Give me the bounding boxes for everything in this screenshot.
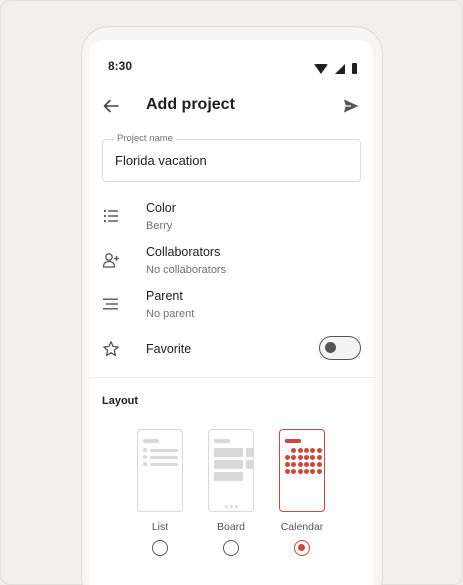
layout-section-title: Layout	[102, 395, 139, 407]
calendar-dot	[310, 455, 316, 460]
add-person-icon	[102, 253, 119, 268]
calendar-dot	[297, 448, 303, 453]
toggle-knob	[325, 342, 336, 353]
calendar-dot	[297, 455, 303, 460]
color-value: Berry	[146, 220, 173, 232]
board-preview	[208, 429, 254, 512]
radio-calendar[interactable]	[294, 540, 310, 556]
project-name-field[interactable]: Project name Florida vacation	[102, 133, 361, 182]
calendar-dot	[291, 448, 297, 453]
app-bar: Add project	[89, 88, 373, 128]
calendar-dot	[316, 448, 322, 453]
signal-icon	[334, 63, 345, 74]
calendar-dot	[291, 455, 297, 460]
calendar-preview	[279, 429, 325, 512]
project-name-label: Project name	[114, 133, 176, 144]
parent-title: Parent	[146, 289, 183, 303]
calendar-dot	[310, 462, 316, 467]
radio-selected-dot	[298, 544, 305, 551]
star-icon	[103, 341, 119, 357]
collaborators-title: Collaborators	[146, 245, 221, 259]
list-preview	[137, 429, 183, 512]
collaborators-value: No collaborators	[146, 264, 227, 276]
project-name-input[interactable]: Florida vacation	[115, 153, 207, 168]
calendar-dot	[297, 462, 303, 467]
calendar-dot	[316, 455, 322, 460]
calendar-dot	[303, 469, 309, 474]
list-color-icon	[103, 209, 118, 223]
calendar-dot	[310, 448, 316, 453]
collaborators-row[interactable]: Collaborators No collaborators	[89, 242, 373, 282]
parent-value: No parent	[146, 308, 195, 320]
calendar-dot	[316, 469, 322, 474]
calendar-dot	[285, 469, 290, 474]
status-time: 8:30	[108, 59, 133, 73]
page-title: Add project	[146, 96, 235, 113]
send-icon[interactable]	[342, 97, 360, 115]
layout-label-calendar: Calendar	[280, 521, 324, 533]
calendar-dot	[303, 455, 309, 460]
calendar-dot	[285, 455, 290, 460]
calendar-dot	[316, 462, 322, 467]
radio-list[interactable]	[152, 540, 168, 556]
favorite-title: Favorite	[146, 342, 192, 356]
calendar-dot	[285, 462, 290, 467]
divider	[89, 377, 373, 378]
calendar-dot	[303, 448, 309, 453]
status-icons	[314, 60, 357, 75]
battery-icon	[352, 63, 357, 75]
calendar-dot	[291, 462, 297, 467]
phone-screen: 8:30 Add project Project name Florida va…	[89, 40, 373, 585]
color-title: Color	[146, 201, 176, 215]
favorite-toggle[interactable]	[319, 336, 361, 360]
calendar-dot	[291, 469, 297, 474]
calendar-dot	[303, 462, 309, 467]
radio-board[interactable]	[223, 540, 239, 556]
color-row[interactable]: Color Berry	[89, 198, 373, 238]
back-arrow-icon[interactable]	[102, 97, 120, 115]
parent-row[interactable]: Parent No parent	[89, 286, 373, 326]
status-bar: 8:30	[89, 40, 373, 88]
calendar-dot	[310, 469, 316, 474]
wifi-icon	[314, 63, 329, 74]
calendar-dot	[297, 469, 303, 474]
parent-lines-icon	[103, 298, 118, 310]
